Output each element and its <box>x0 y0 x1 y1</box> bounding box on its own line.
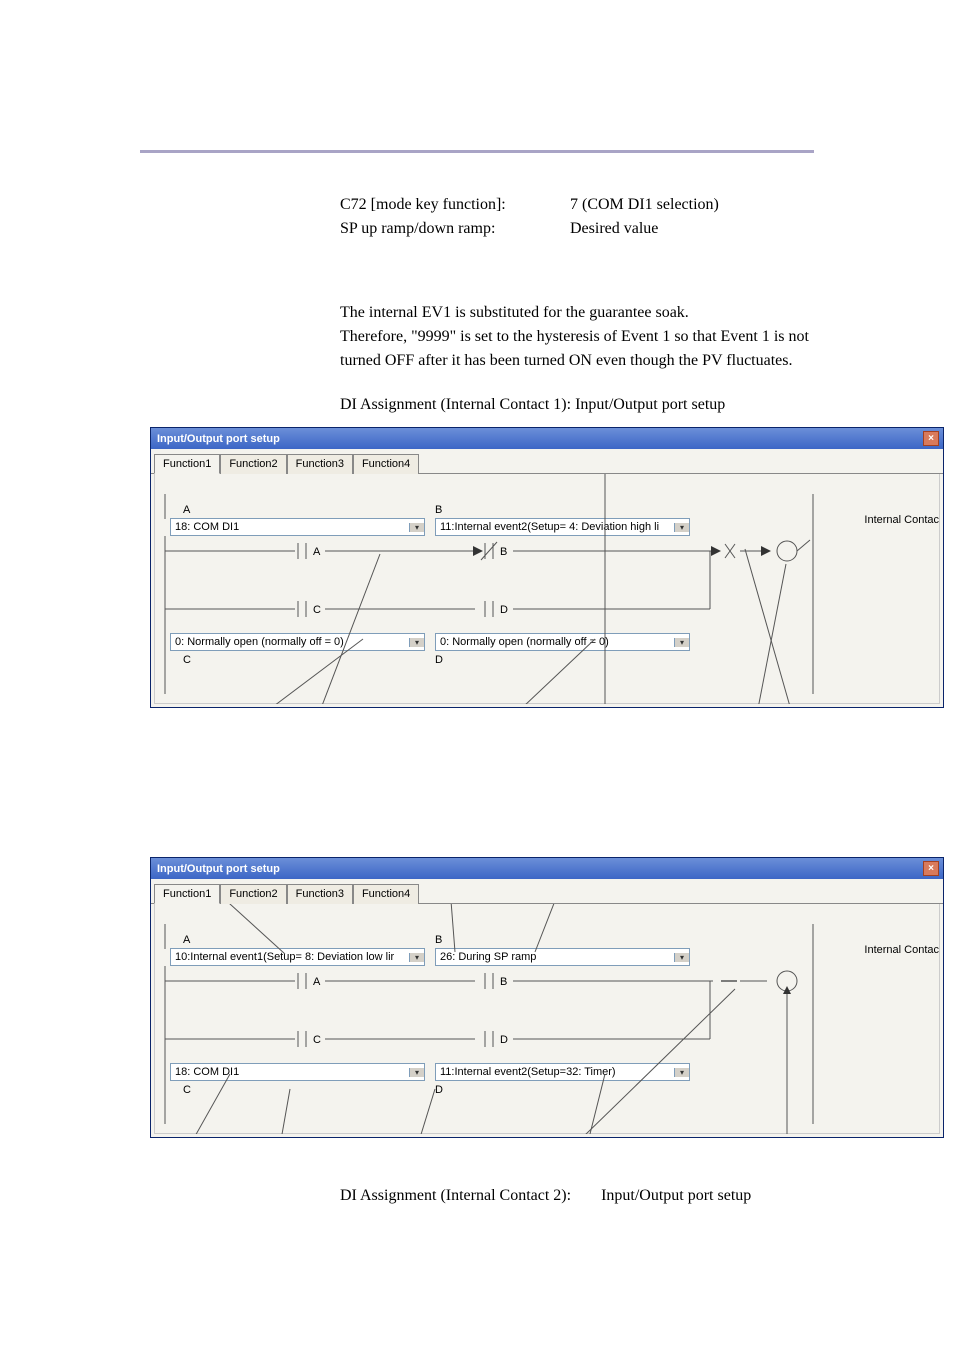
tab-function4[interactable]: Function4 <box>353 884 419 904</box>
svg-text:C: C <box>313 604 321 616</box>
tab-function3[interactable]: Function3 <box>287 454 353 474</box>
caption-2b: Input/Output port setup <box>601 1187 751 1205</box>
select-d[interactable]: 11:Internal event2(Setup=32: Timer) ▾ <box>435 1063 690 1081</box>
ladder-diagram-2: A B C <box>155 904 855 1134</box>
param-value: Desired value <box>570 217 844 241</box>
select-b[interactable]: 26: During SP ramp ▾ <box>435 948 690 966</box>
caption-2: DI Assignment (Internal Contact 2): Inpu… <box>340 1187 954 1205</box>
svg-text:C: C <box>313 1034 321 1046</box>
page: C72 [mode key function]: 7 (COM DI1 sele… <box>0 0 954 1205</box>
chevron-down-icon: ▾ <box>674 953 689 962</box>
label-c: C <box>183 654 191 666</box>
select-c[interactable]: 0: Normally open (normally off = 0) ▾ <box>170 633 425 651</box>
ladder-diagram-1: A B <box>155 474 855 704</box>
chevron-down-icon: ▾ <box>674 638 689 647</box>
close-icon: × <box>928 434 934 444</box>
select-b[interactable]: 11:Internal event2(Setup= 4: Deviation h… <box>435 518 690 536</box>
dialog-titlebar[interactable]: Input/Output port setup × <box>151 428 943 449</box>
label-b: B <box>435 934 442 946</box>
dialog-title: Input/Output port setup <box>157 433 280 445</box>
param-row-1: C72 [mode key function]: 7 (COM DI1 sele… <box>340 193 844 217</box>
label-d: D <box>435 1084 443 1096</box>
tab-function2[interactable]: Function2 <box>220 454 286 474</box>
internal-contact-label: Internal Contac <box>864 944 939 956</box>
param-row-2: SP up ramp/down ramp: Desired value <box>340 217 844 241</box>
select-a-value: 18: COM DI1 <box>171 521 409 533</box>
select-d-value: 0: Normally open (normally off = 0) <box>436 636 674 648</box>
function1-panel: A B C D 10:Internal event1(Setup= 8: Dev… <box>154 904 940 1134</box>
label-c: C <box>183 1084 191 1096</box>
subheading-1: DI Assignment (Internal Contact 1): Inpu… <box>340 393 844 417</box>
select-b-value: 26: During SP ramp <box>436 951 674 963</box>
svg-text:D: D <box>500 1034 508 1046</box>
select-a[interactable]: 18: COM DI1 ▾ <box>170 518 425 536</box>
top-margin <box>0 0 954 150</box>
param-key: SP up ramp/down ramp: <box>340 217 570 241</box>
chevron-down-icon: ▾ <box>409 638 424 647</box>
tab-function4[interactable]: Function4 <box>353 454 419 474</box>
select-c[interactable]: 18: COM DI1 ▾ <box>170 1063 425 1081</box>
paragraph-2: Therefore, "9999" is set to the hysteres… <box>340 325 844 373</box>
svg-text:D: D <box>500 604 508 616</box>
chevron-down-icon: ▾ <box>409 953 424 962</box>
chevron-down-icon: ▾ <box>409 523 424 532</box>
select-b-value: 11:Internal event2(Setup= 4: Deviation h… <box>436 521 674 533</box>
horizontal-rule <box>140 150 814 153</box>
tab-function1[interactable]: Function1 <box>154 884 220 904</box>
label-d: D <box>435 654 443 666</box>
select-a-value: 10:Internal event1(Setup= 8: Deviation l… <box>171 951 409 963</box>
svg-text:A: A <box>313 546 321 558</box>
label-a: A <box>183 504 190 516</box>
io-port-setup-dialog-1: Input/Output port setup × Function1 Func… <box>150 427 944 708</box>
close-icon: × <box>928 864 934 874</box>
svg-text:B: B <box>500 546 507 558</box>
select-a[interactable]: 10:Internal event1(Setup= 8: Deviation l… <box>170 948 425 966</box>
paragraph-1: The internal EV1 is substituted for the … <box>340 301 844 325</box>
tab-function2[interactable]: Function2 <box>220 884 286 904</box>
dialog-2-wrap: Input/Output port setup × Function1 Func… <box>150 857 814 1137</box>
close-button[interactable]: × <box>923 861 939 876</box>
dialog-title: Input/Output port setup <box>157 863 280 875</box>
io-port-setup-dialog-2: Input/Output port setup × Function1 Func… <box>150 857 944 1138</box>
tab-function1[interactable]: Function1 <box>154 454 220 474</box>
function1-panel: A B C D 18: COM DI1 ▾ 11:Internal event2… <box>154 474 940 704</box>
chevron-down-icon: ▾ <box>409 1068 424 1077</box>
dialog-titlebar[interactable]: Input/Output port setup × <box>151 858 943 879</box>
body-text-block: C72 [mode key function]: 7 (COM DI1 sele… <box>340 193 844 417</box>
select-d[interactable]: 0: Normally open (normally off = 0) ▾ <box>435 633 690 651</box>
dialog-1-wrap: Input/Output port setup × Function1 Func… <box>150 427 814 707</box>
select-c-value: 18: COM DI1 <box>171 1066 409 1078</box>
tab-function3[interactable]: Function3 <box>287 884 353 904</box>
param-value: 7 (COM DI1 selection) <box>570 193 844 217</box>
close-button[interactable]: × <box>923 431 939 446</box>
select-d-value: 11:Internal event2(Setup=32: Timer) <box>436 1066 674 1078</box>
label-a: A <box>183 934 190 946</box>
caption-2a: DI Assignment (Internal Contact 2): <box>340 1187 571 1205</box>
svg-text:A: A <box>313 976 321 988</box>
select-c-value: 0: Normally open (normally off = 0) <box>171 636 409 648</box>
internal-contact-label: Internal Contac <box>864 514 939 526</box>
label-b: B <box>435 504 442 516</box>
svg-text:B: B <box>500 976 507 988</box>
chevron-down-icon: ▾ <box>674 1068 689 1077</box>
tab-row: Function1 Function2 Function3 Function4 <box>151 879 943 904</box>
chevron-down-icon: ▾ <box>674 523 689 532</box>
param-key: C72 [mode key function]: <box>340 193 570 217</box>
tab-row: Function1 Function2 Function3 Function4 <box>151 449 943 474</box>
